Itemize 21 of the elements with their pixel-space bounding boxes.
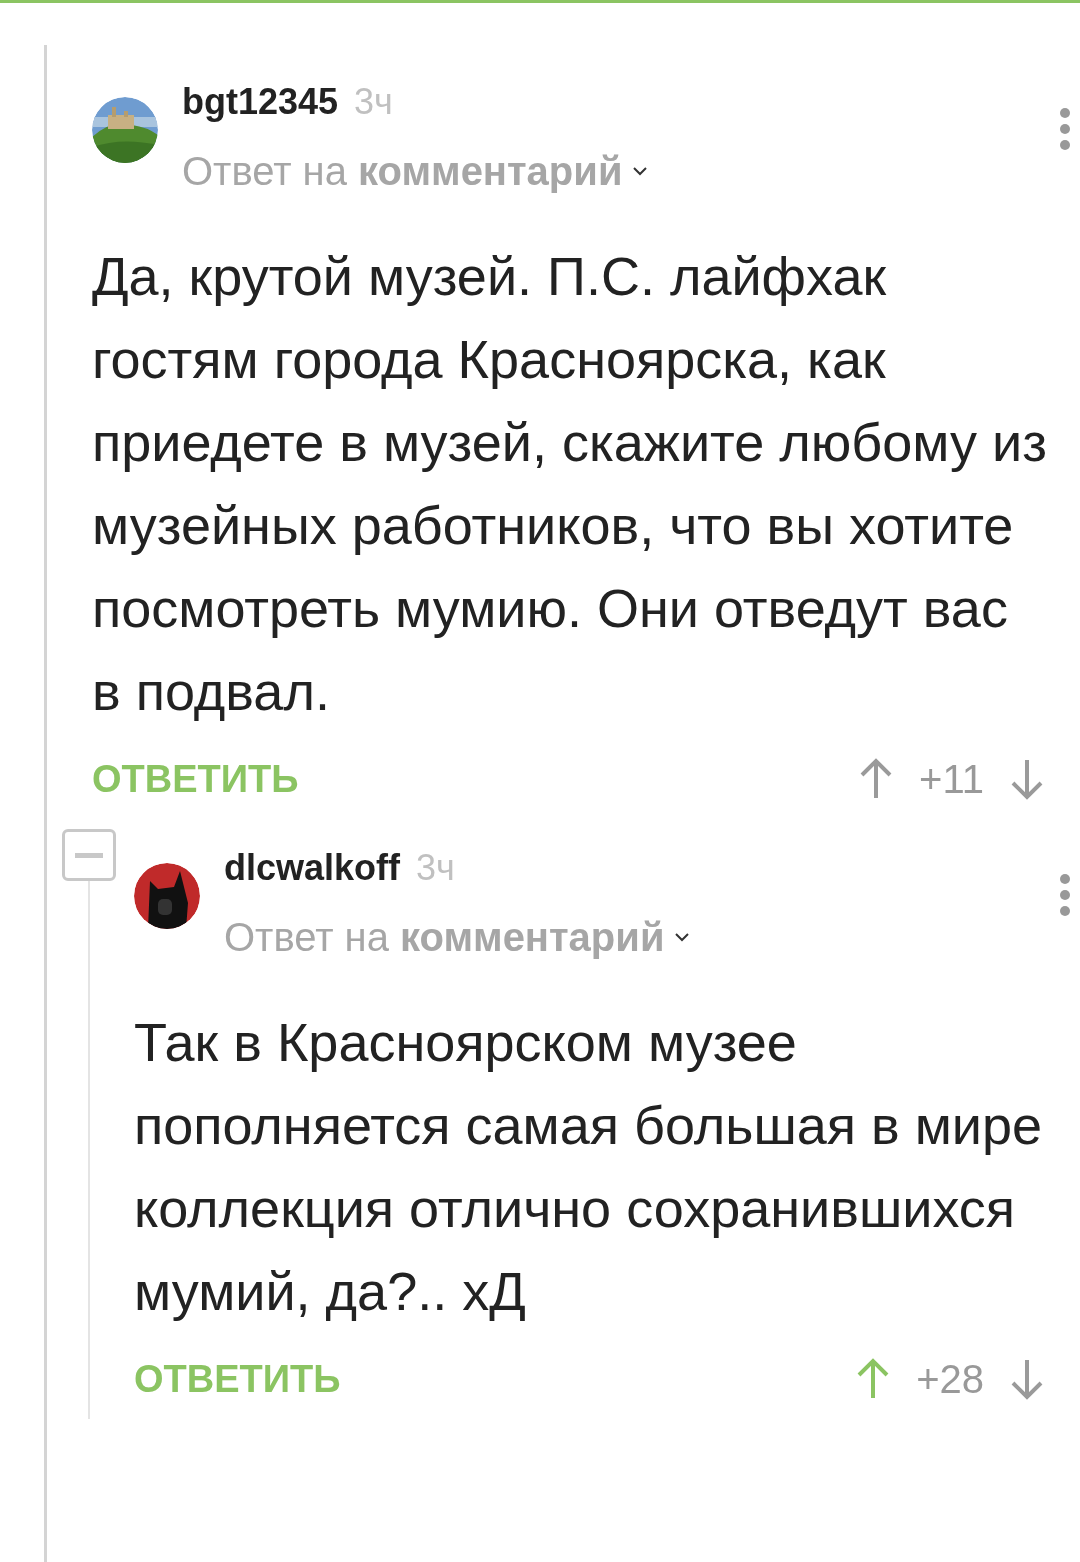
upvote-icon[interactable] [859,758,894,800]
reply-button[interactable]: ОТВЕТИТЬ [92,750,299,808]
comment-text: Так в Красноярском музее пополняется самая большая в мире коллекция отлично сохранившихся мумий, да?.. хД [134,1011,1044,1323]
chevron-down-icon[interactable] [674,932,691,942]
reply-to-link[interactable]: Ответ на комментарий [182,141,623,201]
upvote-icon[interactable] [856,1358,891,1400]
downvote-icon[interactable] [1010,1358,1044,1400]
comment-text: Да, крутой музей. П.С. лайфхак гостям города Красноярска, как приедете в музей, скажите любому из музейных работников, что вы хотите посмотреть мумию. Они отведут вас в подвал. [92,245,1048,723]
reply-to-link[interactable]: Ответ на комментарий [224,907,665,967]
collapse-button[interactable] [62,829,116,881]
chevron-down-icon[interactable] [632,166,649,176]
reply-button[interactable]: ОТВЕТИТЬ [134,1350,341,1408]
rating: +28 [916,1356,984,1403]
rating: +11 [919,756,984,803]
comment-time: 3ч [416,846,455,890]
more-options-icon[interactable] [1058,107,1072,151]
more-options-icon[interactable] [1058,873,1072,917]
downvote-icon[interactable] [1010,758,1044,800]
comment-time: 3ч [354,80,393,124]
username[interactable]: bgt12345 [182,75,339,129]
username[interactable]: dlcwalkoff [224,841,401,895]
